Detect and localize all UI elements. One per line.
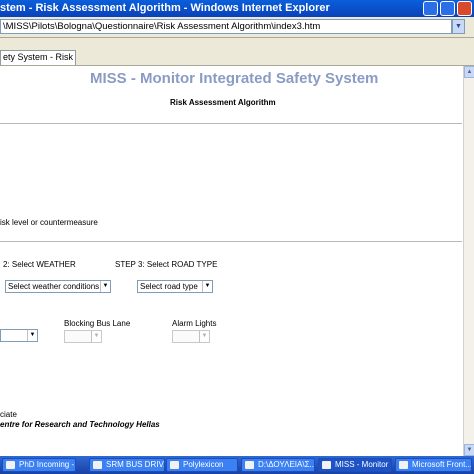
step3-label: STEP 3: Select ROAD TYPE — [115, 260, 218, 269]
taskbar-item-miss-monitor[interactable]: MISS - Monitor ... — [318, 458, 392, 472]
chevron-down-icon: ▼ — [202, 281, 212, 292]
app-icon — [170, 461, 179, 469]
taskbar-item-phd-incoming[interactable]: PhD Incoming -... — [2, 458, 76, 472]
taskbar-item-srm-bus[interactable]: SRM BUS DRIV... — [89, 458, 165, 472]
window-controls — [423, 1, 472, 16]
alarm-lights-select[interactable]: ▼ — [172, 330, 210, 343]
taskbar-item-polylexicon[interactable]: Polylexicon — [166, 458, 238, 472]
footer-org-name: entre for Research and Technology Hellas — [0, 420, 160, 429]
document-icon — [93, 461, 102, 469]
partial-select[interactable]: ▼ — [0, 329, 38, 342]
road-type-select-value: Select road type — [140, 282, 198, 291]
browser-icon — [322, 461, 331, 469]
tab-bar: ety System - Risk Asses... — [0, 38, 474, 66]
chevron-down-icon: ▼ — [199, 331, 209, 342]
window-titlebar: stem - Risk Assessment Algorithm - Windo… — [0, 0, 474, 17]
weather-select[interactable]: Select weather conditions ▼ — [5, 280, 111, 293]
divider-top — [0, 123, 462, 124]
divider-middle — [0, 241, 462, 242]
scroll-down-icon[interactable]: ▼ — [464, 444, 474, 456]
close-icon[interactable] — [457, 1, 472, 16]
scroll-up-icon[interactable]: ▲ — [464, 66, 474, 78]
page-subtitle: Risk Assessment Algorithm — [170, 98, 276, 107]
minimize-icon[interactable] — [423, 1, 438, 16]
tab-risk-assessment[interactable]: ety System - Risk Asses... — [0, 50, 76, 65]
app-icon — [399, 461, 408, 469]
address-dropdown-icon[interactable]: ▼ — [452, 19, 465, 34]
address-bar: \MISS\Pilots\Bologna\Questionnaire\Risk … — [0, 17, 474, 38]
taskbar-item-microsoft-front[interactable]: Microsoft Front... — [395, 458, 472, 472]
taskbar: PhD Incoming -... SRM BUS DRIV... Polyle… — [0, 456, 474, 474]
page-title: MISS - Monitor Integrated Safety System — [90, 70, 379, 87]
window-title: stem - Risk Assessment Algorithm - Windo… — [0, 2, 330, 14]
road-type-select[interactable]: Select road type ▼ — [137, 280, 213, 293]
chevron-down-icon: ▼ — [100, 281, 110, 292]
taskbar-item-folder[interactable]: D:\ΔΟΥΛΕΙΑ\Σ... — [241, 458, 315, 472]
blocking-bus-lane-select[interactable]: ▼ — [64, 330, 102, 343]
alarm-lights-label: Alarm Lights — [172, 319, 217, 328]
chevron-down-icon: ▼ — [27, 330, 37, 341]
address-input[interactable]: \MISS\Pilots\Bologna\Questionnaire\Risk … — [0, 19, 452, 34]
step2-label: 2: Select WEATHER — [3, 260, 76, 269]
chevron-down-icon: ▼ — [91, 331, 101, 342]
risk-level-text: isk level or countermeasure — [0, 218, 98, 227]
weather-select-value: Select weather conditions — [8, 282, 100, 291]
vertical-scrollbar[interactable]: ▲ ▼ — [463, 66, 474, 456]
footer-associate-text: ciate — [0, 410, 17, 419]
folder-icon — [245, 461, 254, 469]
mail-icon — [6, 461, 15, 469]
maximize-icon[interactable] — [440, 1, 455, 16]
blocking-bus-lane-label: Blocking Bus Lane — [64, 319, 131, 328]
